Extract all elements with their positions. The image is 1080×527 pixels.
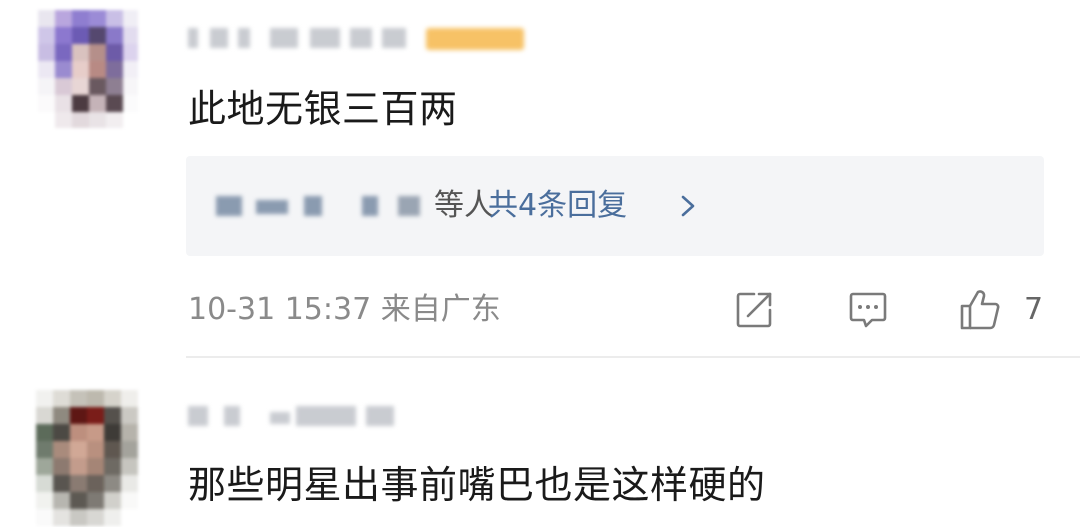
view-replies-link[interactable]: 共4条回复: [488, 186, 627, 226]
comment-icon[interactable]: [846, 288, 890, 332]
chevron-right-icon: [681, 195, 695, 217]
comment-item: 此地无银三百两 等人 共4条回复 10-31 15:37 来自广东 7: [0, 0, 1080, 358]
comment-item: 那些明星出事前嘴巴也是这样硬的: [0, 358, 1080, 527]
username[interactable]: [188, 402, 408, 432]
avatar[interactable]: [38, 10, 138, 128]
forward-icon[interactable]: [732, 288, 776, 332]
comment-text: 那些明星出事前嘴巴也是这样硬的: [188, 463, 766, 507]
vip-badge: [426, 28, 524, 50]
username[interactable]: [188, 24, 528, 54]
comment-time: 10-31 15:37: [188, 292, 372, 327]
thumbs-up-icon[interactable]: [958, 288, 1002, 332]
replier-names: [216, 194, 446, 220]
comment-location: 来自广东: [380, 292, 501, 327]
like-count: 7: [1024, 292, 1044, 327]
reply-summary[interactable]: 等人 共4条回复: [186, 156, 1044, 256]
avatar[interactable]: [36, 390, 140, 527]
comment-meta: 10-31 15:37 来自广东: [188, 290, 501, 330]
replier-suffix: 等人: [434, 188, 494, 223]
comment-text: 此地无银三百两: [188, 87, 458, 131]
